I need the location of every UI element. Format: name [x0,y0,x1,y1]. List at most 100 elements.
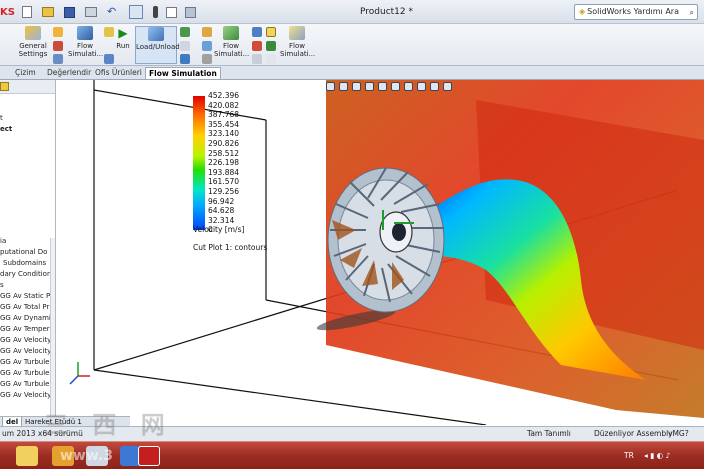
export-icon[interactable] [252,54,262,64]
legend-value: 355.454 [208,119,240,129]
zoom-area-icon[interactable] [339,82,348,91]
tree-item[interactable]: putational Do [0,248,47,256]
general-settings-label: General Settings [18,42,48,58]
general-settings-icon [25,26,41,40]
select-icon[interactable] [129,5,143,19]
options-icon[interactable] [185,6,196,18]
tab-cizim[interactable]: Çizim [12,67,39,79]
legend-value: 258.512 [208,148,240,158]
run-label: Run [116,42,130,50]
lighting-icon[interactable] [266,54,276,64]
load-unload-label: Load/Unload [136,43,180,51]
goal-item[interactable]: GG Av Turbule [0,358,49,366]
flow-tools-icon[interactable] [53,41,63,51]
rebuild-icon[interactable] [153,6,158,18]
flow-simulation-results-button[interactable]: Flow Simulati... [214,26,250,58]
previous-view-icon[interactable] [352,82,361,91]
legend-value: 452.396 [208,91,240,100]
point-params-icon[interactable] [202,41,212,51]
apply-scene-icon[interactable] [430,82,439,91]
title-bar: KS ↶ Product12 * ◈ SolidWorks Yardımı Ara… [0,0,704,24]
impeller-fan [327,167,445,313]
units-status[interactable]: vMG? [668,427,689,441]
general-settings-button[interactable]: General Settings [17,26,49,58]
xy-plot-icon[interactable] [202,54,212,64]
solidworks-taskbar-icon[interactable] [138,446,160,466]
display-icon[interactable] [266,41,276,51]
flow-simulation-label-3: Flow Simulati... [280,42,316,58]
report-icon[interactable] [252,41,262,51]
create-goals-icon[interactable] [53,54,63,64]
heads-up-view-toolbar [326,82,452,94]
open-icon[interactable] [42,7,54,17]
tree-item[interactable]: s [0,281,4,289]
print-icon[interactable] [85,7,97,17]
goal-item[interactable]: GG Av Velocity [0,336,51,344]
isosurfaces-icon[interactable] [202,27,212,37]
edit-mode-status: Düzenliyor Assembly [594,429,673,438]
goal-item[interactable]: GG Av Total Pr [0,303,49,311]
goal-item[interactable]: GG Av Static Pr [0,292,53,300]
flow-simulation-tools-button[interactable]: Flow Simulati... [68,26,104,58]
legend-value: 129.256 [208,187,240,196]
legend-value: 96.942 [208,196,235,206]
tab-flow-simulation[interactable]: Flow Simulation [145,67,221,79]
cut-plot-icon[interactable] [180,27,190,37]
goal-item[interactable]: GG Av Turbule [0,380,49,388]
goal-item[interactable]: GG Av Velocity [0,347,51,355]
solidworks-logo[interactable]: KS [0,7,15,18]
tab-degerlendir[interactable]: Değerlendir [44,67,94,79]
save-icon[interactable] [64,6,75,18]
legend-value: 387.768 [208,110,240,120]
file-properties-icon[interactable] [166,6,177,18]
hide-show-icon[interactable] [404,82,413,91]
zoom-to-fit-icon[interactable] [326,82,335,91]
bulb-icon[interactable] [266,27,276,37]
tray-icons[interactable]: ◂ ▮ ◐ ♪ [644,451,670,460]
load-unload-button[interactable]: Load/Unload [135,26,180,64]
legend-value: 32.314 [208,215,235,225]
language-indicator[interactable]: TR [624,451,634,460]
help-search-placeholder: SolidWorks Yardımı Ara [587,7,679,16]
solver-monitor-icon[interactable] [104,54,114,64]
legend-color-bar [193,96,205,230]
undo-icon[interactable]: ↶ [107,6,117,17]
tree-item[interactable]: ia [0,237,6,245]
tree-tab-icon[interactable] [0,82,9,91]
wizard-icon[interactable] [53,27,63,37]
help-search-input[interactable]: ◈ SolidWorks Yardımı Ara ⌕ [574,4,698,20]
view-settings-icon[interactable] [443,82,452,91]
flow-simulation-options-button[interactable]: Flow Simulati... [280,26,316,58]
display-style-icon[interactable] [391,82,400,91]
new-icon[interactable] [22,6,32,18]
goal-item[interactable]: GG Av Temper [0,325,50,333]
command-manager-ribbon: General Settings Flow Simulati... ▶ Run … [0,24,704,66]
tree-scrollbar[interactable] [50,238,55,416]
view-orientation-icon[interactable] [378,82,387,91]
graphics-area[interactable]: 452.396 420.082 387.768 355.454 323.140 … [56,80,704,425]
goal-item[interactable]: GG Av Dynami [0,314,51,322]
search-icon[interactable]: ⌕ [690,6,694,20]
flow-simulation-label-1: Flow Simulati... [68,42,104,58]
tree-item[interactable]: Subdomains [3,259,46,267]
start-icon[interactable] [16,446,38,466]
legend-value: 323.140 [208,129,240,139]
load-results-icon [148,27,164,41]
flow-simulation-label-2: Flow Simulati... [214,42,250,58]
tree-item[interactable]: dary Condition B [0,270,55,278]
goal-item[interactable]: GG Av Turbule [0,369,49,377]
feature-manager-tree: t ect ia putational Do Subdomains dary C… [0,80,56,416]
animation-icon[interactable] [252,27,262,37]
cut-plot-title: Cut Plot 1: contours [193,243,268,252]
run-button[interactable]: ▶ Run [112,26,134,50]
tree-item[interactable]: ect [0,125,12,133]
legend-title: Velocity [m/s] [193,225,245,234]
legend-value: 161.570 [208,177,240,187]
section-view-icon[interactable] [365,82,374,91]
tab-ofis-urunleri[interactable]: Ofis Ürünleri [92,67,145,79]
goal-item[interactable]: GG Av Velocity [0,391,51,399]
tree-item[interactable]: t [0,114,3,122]
flow-trajectories-icon[interactable] [180,54,190,64]
surface-plot-icon[interactable] [180,41,190,51]
edit-appearance-icon[interactable] [417,82,426,91]
